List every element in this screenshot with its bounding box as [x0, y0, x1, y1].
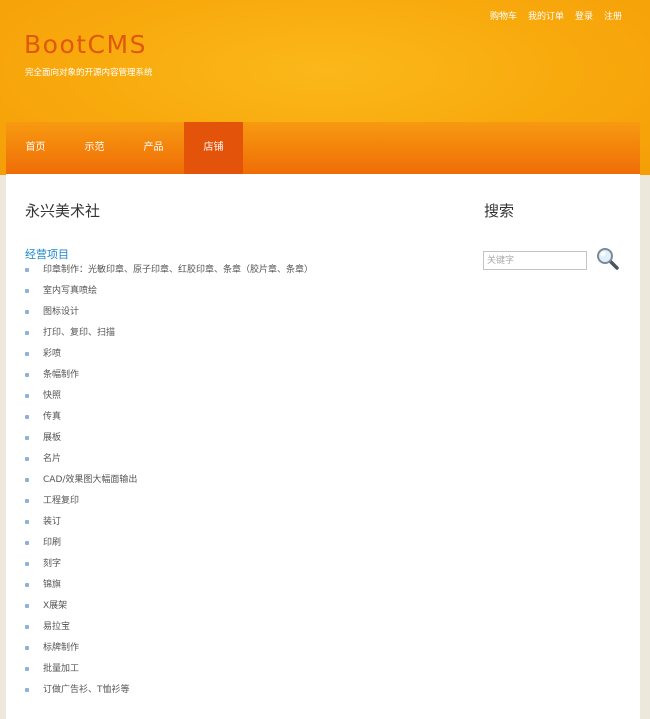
list-item-label: 快照 — [43, 391, 62, 401]
list-item: 锦旗 — [25, 579, 313, 600]
list-item: 装订 — [25, 516, 313, 537]
list-item-label: 彩喷 — [43, 349, 62, 359]
bullet-icon — [25, 268, 29, 272]
list-item: 彩喷 — [25, 348, 313, 369]
site-slogan: 完全面向对象的开源内容管理系统 — [25, 68, 153, 78]
bullet-icon — [25, 478, 29, 482]
list-item-label: 条幅制作 — [43, 370, 80, 380]
bullet-icon — [25, 562, 29, 566]
business-list: 印章制作：光敏印章、原子印章、红胶印章、条章（胶片章、条章） 室内写真喷绘 图标设计… — [25, 264, 313, 705]
list-item: 打印、复印、扫描 — [25, 327, 313, 348]
list-item: 工程复印 — [25, 495, 313, 516]
bullet-icon — [25, 604, 29, 608]
my-orders-link[interactable]: 我的订单 — [528, 9, 564, 22]
list-item: 印章制作：光敏印章、原子印章、红胶印章、条章（胶片章、条章） — [25, 264, 313, 285]
list-item-label: 易拉宝 — [43, 622, 71, 632]
bullet-icon — [25, 415, 29, 419]
site-logo[interactable]: BootCMS — [24, 30, 147, 59]
content-area: 永兴美术社 经营项目 印章制作：光敏印章、原子印章、红胶印章、条章（胶片章、条章… — [6, 174, 640, 719]
login-link[interactable]: 登录 — [575, 9, 593, 22]
list-item-label: 名片 — [43, 454, 62, 464]
list-item-label: 打印、复印、扫描 — [43, 328, 116, 338]
bullet-icon — [25, 688, 29, 692]
nav-demo[interactable]: 示范 — [65, 122, 124, 174]
bullet-icon — [25, 520, 29, 524]
list-item-label: 图标设计 — [43, 307, 80, 317]
bullet-icon — [25, 667, 29, 671]
list-item-label: 批量加工 — [43, 664, 80, 674]
page-title: 永兴美术社 — [25, 202, 101, 220]
search-input[interactable] — [483, 251, 587, 270]
list-item: 易拉宝 — [25, 621, 313, 642]
list-item-label: CAD/效果图大幅面输出 — [43, 475, 138, 485]
bullet-icon — [25, 457, 29, 461]
bullet-icon — [25, 625, 29, 629]
search-button[interactable] — [595, 246, 621, 272]
list-item-label: 印刷 — [43, 538, 62, 548]
list-item: 印刷 — [25, 537, 313, 558]
cart-link[interactable]: 购物车 — [490, 9, 517, 22]
list-item: 批量加工 — [25, 663, 313, 684]
list-item: 条幅制作 — [25, 369, 313, 390]
list-item-label: X展架 — [43, 601, 68, 611]
search-title: 搜索 — [484, 202, 515, 220]
list-item-label: 印章制作：光敏印章、原子印章、红胶印章、条章（胶片章、条章） — [43, 265, 314, 275]
bullet-icon — [25, 352, 29, 356]
list-item-label: 传真 — [43, 412, 62, 422]
bullet-icon — [25, 394, 29, 398]
nav-products[interactable]: 产品 — [124, 122, 183, 174]
top-links: 购物车 我的订单 登录 注册 — [490, 9, 622, 22]
bullet-icon — [25, 289, 29, 293]
list-item: 标牌制作 — [25, 642, 313, 663]
section-title-business[interactable]: 经营项目 — [25, 246, 69, 262]
list-item: 快照 — [25, 390, 313, 411]
list-item-label: 标牌制作 — [43, 643, 80, 653]
bullet-icon — [25, 331, 29, 335]
list-item-label: 工程复印 — [43, 496, 80, 506]
nav-store[interactable]: 店铺 — [184, 122, 243, 174]
list-item: 传真 — [25, 411, 313, 432]
bullet-icon — [25, 436, 29, 440]
list-item-label: 室内写真喷绘 — [43, 286, 98, 296]
bullet-icon — [25, 499, 29, 503]
nav-home[interactable]: 首页 — [6, 122, 65, 174]
bullet-icon — [25, 646, 29, 650]
list-item: X展架 — [25, 600, 313, 621]
list-item-label: 展板 — [43, 433, 62, 443]
list-item-label: 订做广告衫、T恤衫等 — [43, 685, 130, 695]
bullet-icon — [25, 541, 29, 545]
list-item: 刻字 — [25, 558, 313, 579]
search-icon — [597, 248, 619, 270]
list-item: 室内写真喷绘 — [25, 285, 313, 306]
list-item-label: 锦旗 — [43, 580, 62, 590]
list-item-label: 刻字 — [43, 559, 62, 569]
bullet-icon — [25, 373, 29, 377]
list-item-label: 装订 — [43, 517, 62, 527]
list-item: 订做广告衫、T恤衫等 — [25, 684, 313, 705]
bullet-icon — [25, 583, 29, 587]
list-item: CAD/效果图大幅面输出 — [25, 474, 313, 495]
list-item: 展板 — [25, 432, 313, 453]
register-link[interactable]: 注册 — [604, 9, 622, 22]
list-item: 图标设计 — [25, 306, 313, 327]
list-item: 名片 — [25, 453, 313, 474]
main-nav: 首页 示范 产品 店铺 — [6, 122, 640, 174]
bullet-icon — [25, 310, 29, 314]
